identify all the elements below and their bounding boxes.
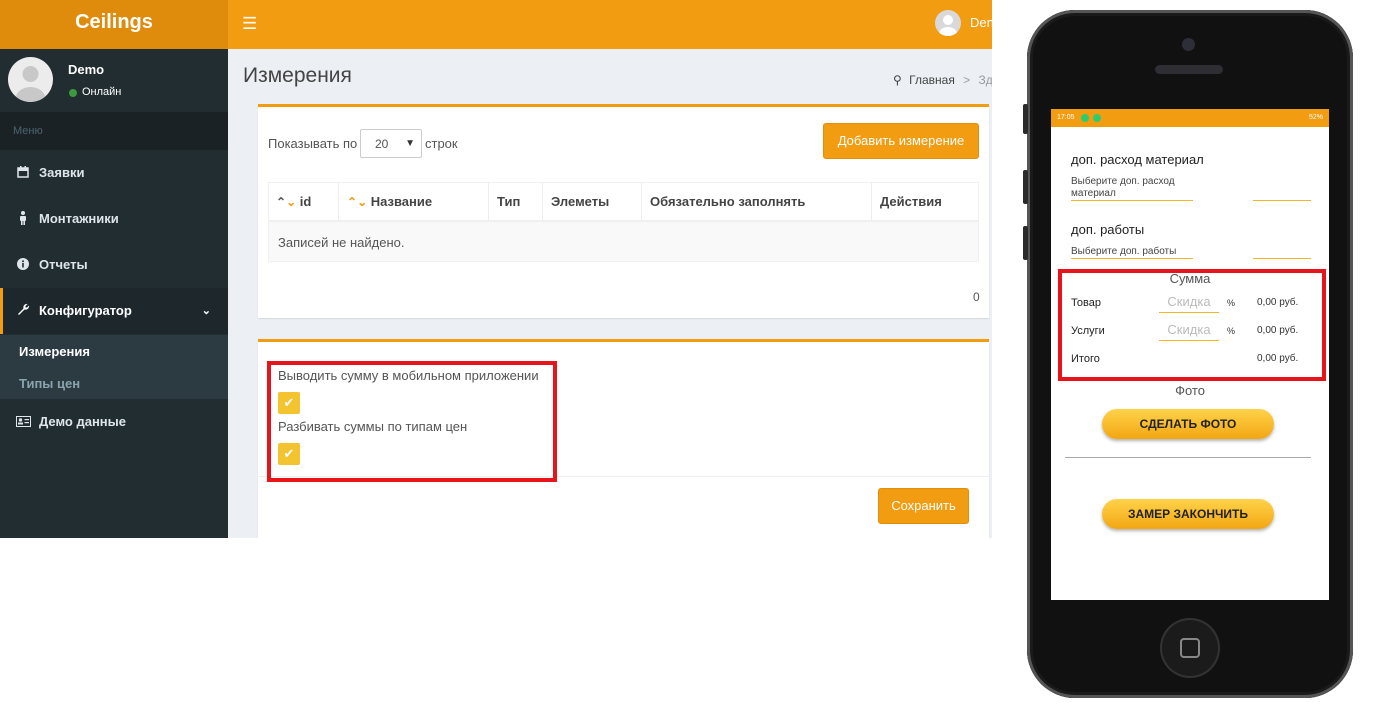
underline [1071, 258, 1193, 259]
mute-switch [1023, 104, 1028, 134]
status-time: 17:05 [1057, 114, 1075, 121]
chevron-down-icon: ⌄ [201, 305, 211, 317]
online-status-icon [69, 89, 77, 97]
extra-material-qty[interactable] [1253, 200, 1311, 201]
column-header-id[interactable]: ⌃⌄ id [268, 182, 338, 221]
sort-down-icon: ⌄ [357, 195, 368, 209]
photo-title: Фото [1175, 383, 1205, 398]
column-header-name[interactable]: ⌃⌄ Название [338, 182, 488, 221]
extra-work-qty[interactable] [1253, 258, 1311, 259]
home-button[interactable] [1160, 618, 1220, 678]
sidebar-item-label: Демо данные [39, 414, 126, 429]
sidebar-item-installers[interactable]: Монтажники [0, 196, 228, 242]
app-logo[interactable]: Ceilings [0, 0, 228, 49]
speaker-grille [1155, 65, 1223, 74]
info-icon [15, 242, 31, 288]
underline [1071, 200, 1193, 201]
extra-material-label: доп. расход материал [1071, 152, 1204, 167]
volume-up-button [1023, 170, 1028, 204]
column-header-actions: Действия [871, 182, 979, 221]
hamburger-icon[interactable]: ☰ [242, 12, 258, 36]
extra-work-label: доп. работы [1071, 222, 1145, 237]
menu-header: Меню [0, 112, 228, 150]
submenu-item-measurements[interactable]: Измерения [19, 344, 90, 359]
volume-down-button [1023, 226, 1028, 260]
status-bar: 17:05 52% [1051, 109, 1329, 127]
show-rows-label: Показывать по [268, 136, 358, 151]
sort-up-icon: ⌃ [347, 195, 358, 209]
calendar-icon [15, 150, 31, 196]
extra-work-select[interactable]: Выберите доп. работы [1071, 246, 1201, 258]
column-header-type[interactable]: Тип [488, 182, 542, 221]
sidebar-item-label: Монтажники [39, 211, 119, 226]
whatsapp-icon [1093, 114, 1101, 122]
wrench-icon [15, 288, 31, 334]
column-header-label: Название [370, 194, 433, 209]
user-name: Demo [68, 62, 105, 77]
divider [1065, 457, 1311, 458]
rows-per-page-value: 20 [375, 137, 389, 151]
sidebar-item-orders[interactable]: Заявки [0, 150, 228, 196]
sort-down-icon: ⌄ [286, 195, 297, 209]
sidebar-item-label: Конфигуратор [39, 303, 132, 318]
sidebar-item-reports[interactable]: Отчеты [0, 242, 228, 288]
breadcrumb-separator: > [963, 73, 971, 87]
highlight-frame [1058, 269, 1326, 381]
take-photo-button[interactable]: СДЕЛАТЬ ФОТО [1102, 409, 1274, 439]
sidebar-item-configurator[interactable]: Конфигуратор ⌄ [0, 288, 228, 334]
page-title: Измерения [243, 64, 352, 87]
online-status-text: Онлайн [82, 86, 122, 98]
top-user-name[interactable]: Den [970, 15, 992, 30]
breadcrumb-home[interactable]: Главная [909, 73, 955, 87]
records-count: 0 [973, 290, 980, 304]
column-header-elements[interactable]: Элеметы [542, 182, 641, 221]
measurements-list-box: Показывать по 20 ▼ строк Добавить измере… [258, 104, 989, 318]
camera-icon [1182, 38, 1195, 51]
column-header-label: id [299, 194, 312, 209]
caret-down-icon: ▼ [405, 138, 415, 149]
column-header-required[interactable]: Обязательно заполнять [641, 182, 871, 221]
extra-material-select[interactable]: Выберите доп. расход материал [1071, 176, 1201, 200]
home-square-icon [1180, 638, 1200, 658]
submenu-item-price-types[interactable]: Типы цен [19, 376, 80, 391]
avatar [8, 57, 53, 102]
configurator-submenu: Измерения Типы цен [0, 335, 228, 399]
top-navbar [228, 0, 992, 49]
id-card-icon [15, 399, 31, 445]
empty-table-message: Записей не найдено. [268, 221, 979, 262]
whatsapp-icon [1081, 114, 1089, 122]
highlight-frame [267, 361, 557, 482]
user-panel: Demo Онлайн [0, 49, 228, 112]
sidebar-item-label: Заявки [39, 165, 85, 180]
sidebar-item-demo-data[interactable]: Демо данные [0, 399, 228, 445]
breadcrumb: ⚲ Главная > Зде [893, 73, 992, 87]
battery-level: 52% [1308, 114, 1323, 121]
sidebar-item-label: Отчеты [39, 257, 88, 272]
dashboard-icon: ⚲ [893, 73, 902, 87]
rows-suffix-label: строк [425, 136, 458, 151]
rows-per-page-select[interactable]: 20 ▼ [360, 129, 422, 158]
sidebar: Demo Онлайн Меню Заявки Монтажники Отчет… [0, 49, 228, 538]
add-measurement-button[interactable]: Добавить измерение [823, 123, 979, 159]
breadcrumb-current: Зде [978, 73, 992, 87]
top-user-avatar[interactable] [935, 10, 961, 36]
save-button[interactable]: Сохранить [878, 488, 969, 524]
sort-up-icon: ⌃ [276, 195, 287, 209]
finish-measurement-button[interactable]: ЗАМЕР ЗАКОНЧИТЬ [1102, 499, 1274, 529]
person-icon [15, 196, 31, 242]
